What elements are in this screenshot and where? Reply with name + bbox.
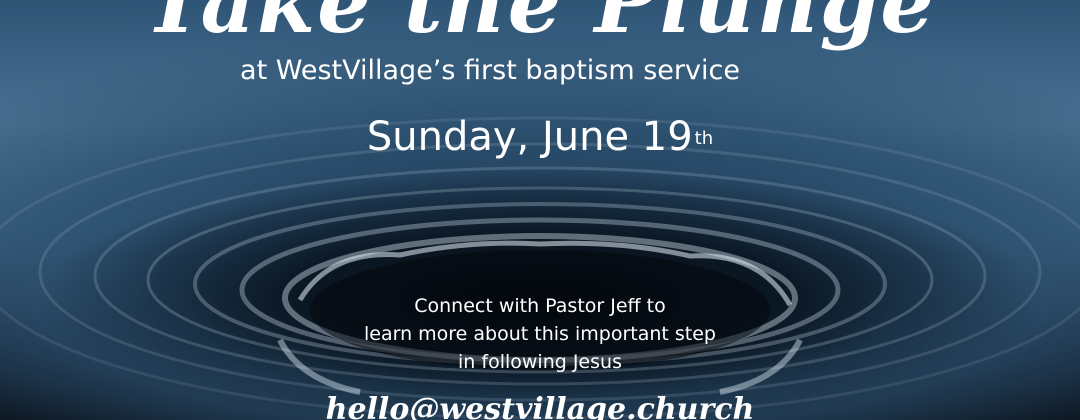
headline: Take the Plunge	[144, 0, 936, 52]
info-text: Connect with Pastor Jeff to learn more a…	[290, 292, 790, 376]
email-address: hello@westvillage.church	[325, 392, 755, 420]
baptism-flyer: Take the Plunge at WestVillage’s first b…	[0, 0, 1080, 420]
info-line: in following Jesus	[458, 351, 622, 373]
subheadline: at WestVillage’s first baptism service	[240, 55, 740, 86]
info-line: learn more about this important step	[363, 323, 716, 345]
event-date: Sunday, June 19th	[290, 112, 790, 162]
info-line: Connect with Pastor Jeff to	[414, 295, 666, 317]
date-ordinal-suffix: th	[694, 128, 714, 149]
event-date-text: Sunday, June 19	[366, 114, 693, 160]
